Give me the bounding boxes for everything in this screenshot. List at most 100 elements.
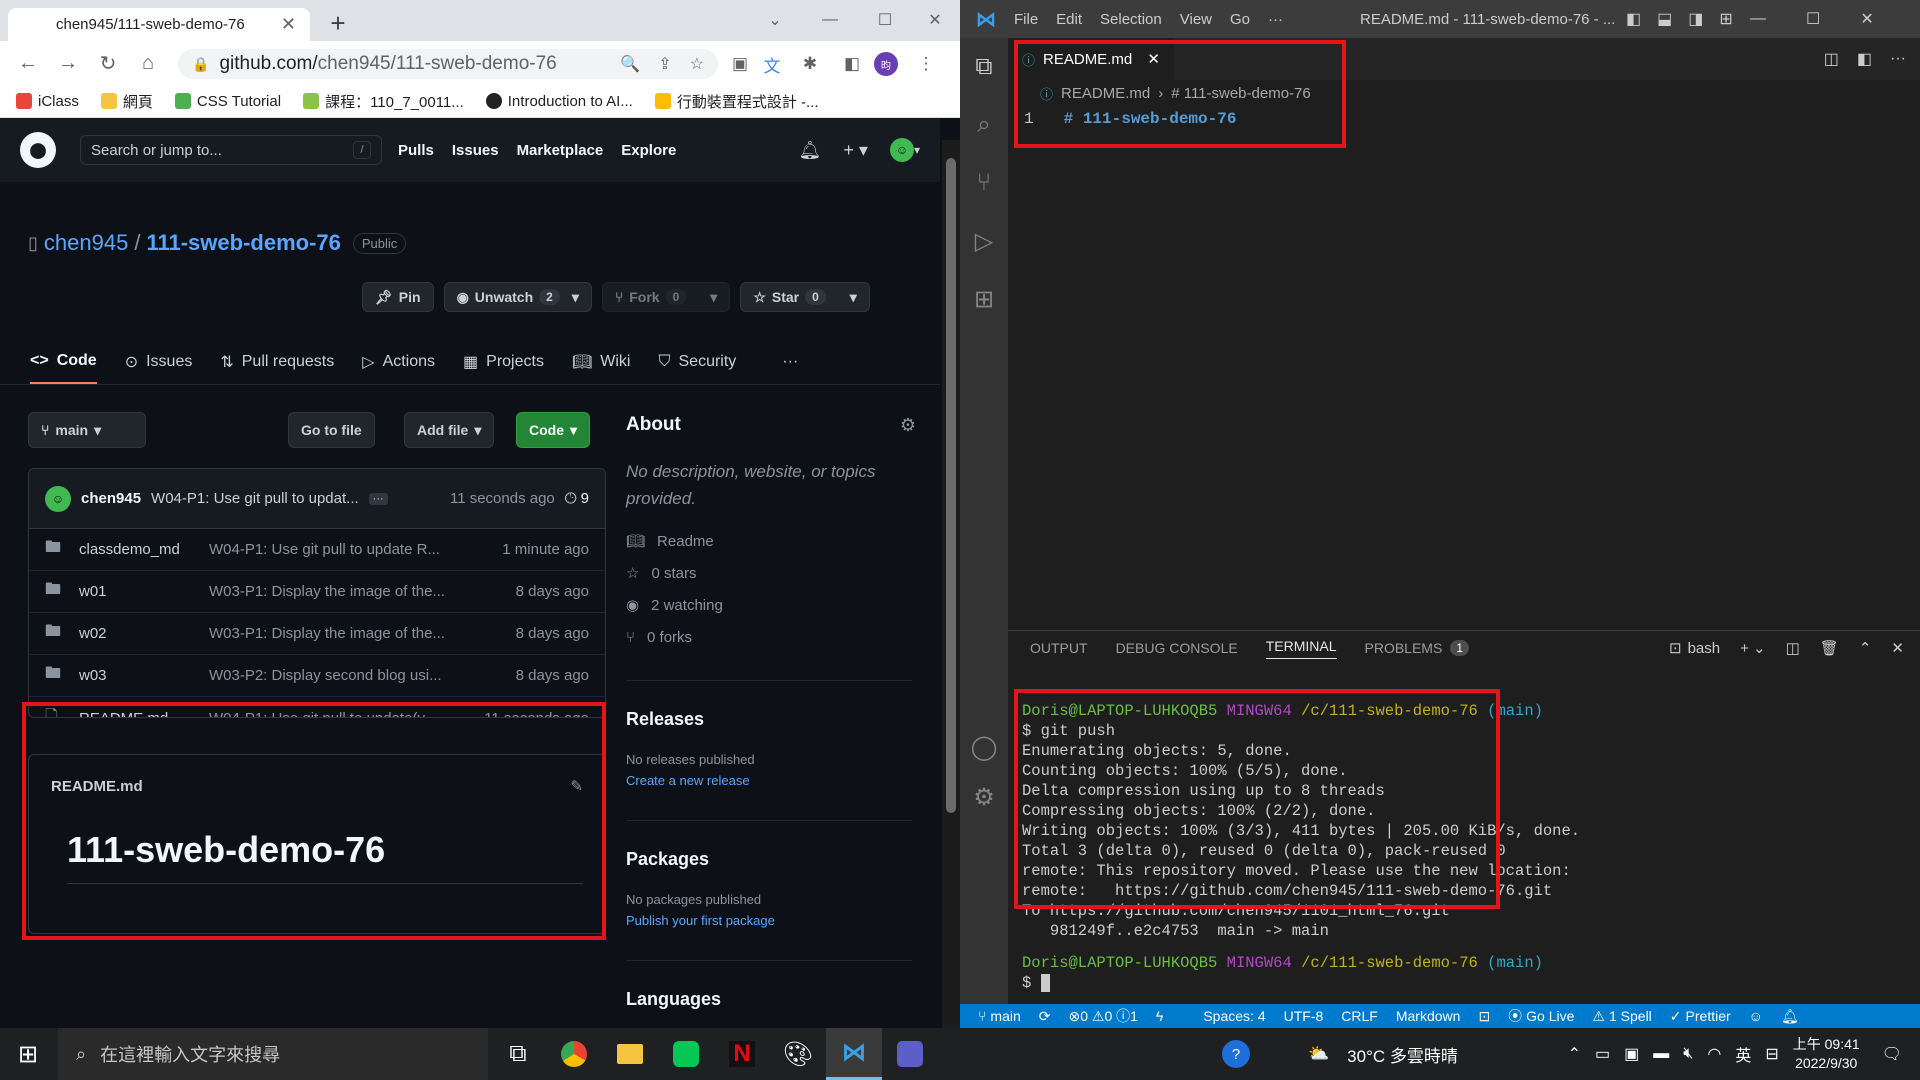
menu-more[interactable]: ···: [1268, 11, 1283, 28]
tab-issues[interactable]: ⊙ Issues: [125, 340, 193, 384]
add-file-button[interactable]: Add file ▾: [404, 412, 495, 448]
go-to-file-button[interactable]: Go to file: [288, 412, 375, 448]
maximize-button[interactable]: ☐: [860, 0, 910, 40]
notification-bell-icon[interactable]: 🔔︎: [1781, 1008, 1799, 1025]
close-window-button[interactable]: ✕: [910, 0, 960, 40]
create-release-link[interactable]: Create a new release: [626, 773, 912, 788]
notification-center-icon[interactable]: 🗨︎: [1882, 1044, 1902, 1064]
lightning-icon[interactable]: ϟ: [1156, 1008, 1163, 1024]
translate-icon[interactable]: 文: [758, 50, 786, 78]
file-explorer-icon[interactable]: [602, 1028, 658, 1080]
back-icon[interactable]: ←: [10, 45, 46, 81]
bookmark-item[interactable]: 課程：110_7_0011...: [303, 91, 464, 112]
branch-select[interactable]: ⑂ main ▾: [28, 412, 146, 448]
feedback-icon[interactable]: ☺: [1749, 1008, 1763, 1024]
meet-icon[interactable]: ▭: [1595, 1044, 1610, 1064]
chrome-app-icon[interactable]: [546, 1028, 602, 1080]
new-terminal-icon[interactable]: + ⌄: [1740, 639, 1766, 657]
readme-link[interactable]: 📖︎ Readme: [626, 532, 916, 551]
table-row[interactable]: 🖿 w02 W03-P1: Display the image of the... 8…: [29, 613, 605, 655]
eol-status[interactable]: CRLF: [1341, 1008, 1378, 1024]
gear-icon[interactable]: ⚙: [900, 415, 916, 436]
sync-icon[interactable]: ⟳: [1039, 1008, 1051, 1025]
star-button[interactable]: ☆ Star 0 ▾: [740, 282, 870, 312]
terminal-select[interactable]: ⊡ bash: [1669, 639, 1720, 658]
lock-icon[interactable]: 🔒: [192, 56, 209, 73]
fork-button[interactable]: ⑂ Fork 0 ▾: [601, 282, 731, 312]
tray-chevron-icon[interactable]: ⌃: [1568, 1044, 1581, 1064]
bookmark-item[interactable]: iClass: [16, 93, 79, 110]
repo-owner-link[interactable]: chen945: [44, 230, 128, 256]
close-window-button[interactable]: ✕: [1860, 9, 1873, 29]
tab-debug-console[interactable]: DEBUG CONSOLE: [1116, 640, 1238, 656]
ime-indicator[interactable]: 英: [1735, 1042, 1751, 1066]
tab-problems[interactable]: PROBLEMS 1: [1365, 640, 1469, 656]
github-logo-icon[interactable]: ⬤: [20, 132, 56, 168]
toggle-panel-icon[interactable]: ⬓: [1657, 9, 1672, 29]
taskbar-search-input[interactable]: ⌕ 在這裡輸入文字來搜尋: [58, 1028, 488, 1080]
tab-search-icon[interactable]: ⌄: [750, 0, 800, 40]
minimize-button[interactable]: —: [805, 0, 855, 40]
source-control-icon[interactable]: ⑂: [960, 154, 1008, 212]
nav-pulls[interactable]: Pulls: [398, 142, 434, 159]
task-view-icon[interactable]: ⧉: [490, 1028, 546, 1080]
split-terminal-icon[interactable]: ◫: [1786, 639, 1800, 657]
tab-output[interactable]: OUTPUT: [1030, 640, 1088, 656]
pin-button[interactable]: 📌︎ Pin: [362, 282, 434, 312]
menu-view[interactable]: View: [1180, 11, 1212, 28]
branch-status[interactable]: ⑂ main: [978, 1008, 1021, 1024]
go-live-button[interactable]: ⦿ Go Live: [1508, 1006, 1574, 1026]
create-new-icon[interactable]: + ▾: [843, 140, 868, 161]
spell-status[interactable]: ⚠ 1 Spell: [1592, 1008, 1651, 1025]
battery-icon[interactable]: ▬: [1653, 1045, 1669, 1063]
toggle-sidebar-icon[interactable]: ◧: [1626, 9, 1641, 29]
scrollbar-thumb[interactable]: [946, 158, 956, 813]
help-icon[interactable]: ?: [1222, 1040, 1250, 1068]
reload-icon[interactable]: ↻: [90, 45, 126, 81]
tab-wiki[interactable]: 📖︎ Wiki: [572, 340, 631, 384]
extensions-icon[interactable]: ✱: [796, 50, 824, 78]
menu-go[interactable]: Go: [1230, 11, 1250, 28]
settings-gear-icon[interactable]: ⚙: [960, 768, 1008, 826]
more-actions-icon[interactable]: ···: [1890, 50, 1906, 68]
extensions-icon[interactable]: ⊞: [960, 270, 1008, 328]
new-tab-button[interactable]: +: [318, 8, 358, 38]
tab-code[interactable]: <> Code: [30, 340, 97, 384]
close-tab-icon[interactable]: ✕: [281, 14, 296, 35]
search-icon[interactable]: ⌕: [960, 96, 1008, 154]
menu-file[interactable]: File: [1014, 11, 1038, 28]
explorer-icon[interactable]: ⧉: [960, 38, 1008, 96]
forward-icon[interactable]: →: [50, 45, 86, 81]
user-menu[interactable]: ☺ ▾: [889, 138, 920, 162]
maximize-panel-icon[interactable]: ⌃: [1859, 639, 1872, 657]
tab-actions[interactable]: ▷ Actions: [362, 340, 435, 384]
tab-pull-requests[interactable]: ⇅ Pull requests: [220, 340, 334, 384]
table-row[interactable]: 🖿 w03 W03-P2: Display second blog usi... 8 …: [29, 655, 605, 697]
close-panel-icon[interactable]: ✕: [1891, 639, 1904, 657]
prettier-status[interactable]: ✓ Prettier: [1670, 1008, 1731, 1025]
vscode-app-icon[interactable]: ⋈: [826, 1028, 882, 1080]
customize-layout-icon[interactable]: ⊞: [1719, 9, 1732, 29]
table-row[interactable]: 🖿 classdemo_md W04-P1: Use git pull to upd…: [29, 529, 605, 571]
table-row[interactable]: 🖿 w01 W03-P1: Display the image of the... 8…: [29, 571, 605, 613]
forks-link[interactable]: ⑂ 0 forks: [626, 628, 916, 646]
toggle-secondary-icon[interactable]: ◨: [1688, 9, 1703, 29]
preview-icon[interactable]: ⊡: [1478, 1008, 1490, 1025]
browser-tab[interactable]: chen945/111-sweb-demo-76 ✕: [8, 8, 310, 41]
indent-status[interactable]: Spaces: 4: [1203, 1008, 1265, 1024]
bell-icon[interactable]: 🔔︎: [799, 140, 822, 161]
commit-author[interactable]: chen945: [81, 490, 141, 507]
minimize-button[interactable]: —: [1750, 10, 1766, 28]
volume-mute-icon[interactable]: 🔇︎: [1683, 1045, 1693, 1063]
nav-explore[interactable]: Explore: [621, 142, 676, 159]
menu-edit[interactable]: Edit: [1056, 11, 1082, 28]
tab-security[interactable]: ⛉ Security: [658, 340, 736, 384]
more-tabs-icon[interactable]: ···: [782, 340, 798, 384]
commit-history-link[interactable]: 🕒︎ 9: [565, 490, 589, 507]
clock[interactable]: 上午 09:41 2022/9/30: [1793, 1035, 1860, 1073]
bookmark-item[interactable]: Introduction to AI...: [485, 93, 633, 110]
problems-status[interactable]: ⊗0 ⚠0 ⓘ1: [1069, 1006, 1138, 1026]
run-debug-icon[interactable]: ▷: [960, 212, 1008, 270]
github-search-input[interactable]: Search or jump to... /: [80, 135, 382, 165]
nav-issues[interactable]: Issues: [452, 142, 499, 159]
